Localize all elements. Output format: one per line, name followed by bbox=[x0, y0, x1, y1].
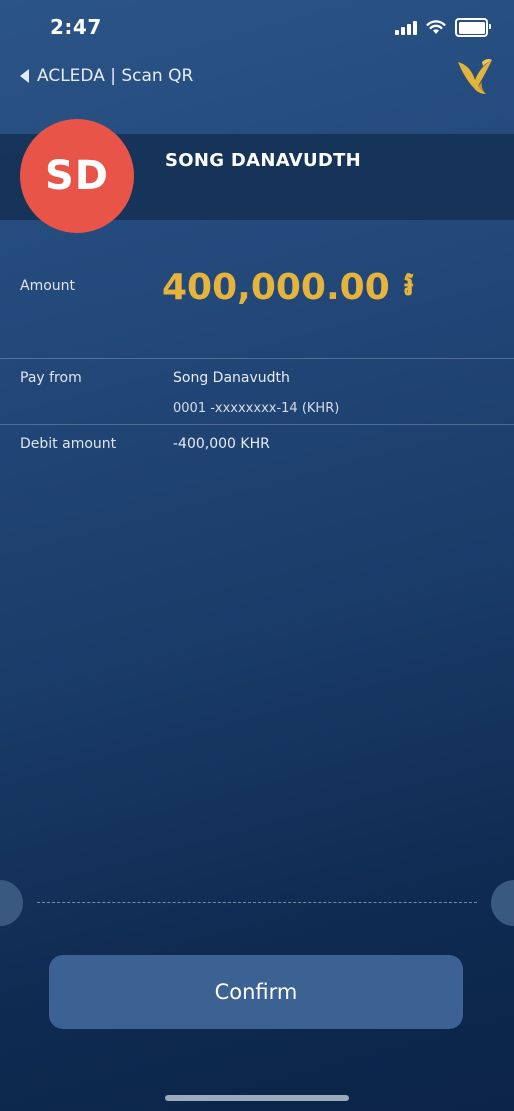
status-icons bbox=[395, 18, 491, 37]
back-button[interactable]: ACLEDA | Scan QR bbox=[20, 66, 193, 86]
amount-value: 400,000.00 bbox=[162, 266, 390, 308]
wifi-icon bbox=[426, 20, 446, 34]
pay-from-account-name: Song Danavudth bbox=[173, 370, 290, 386]
status-time: 2:47 bbox=[50, 15, 102, 39]
pay-from-label: Pay from bbox=[20, 370, 82, 386]
avatar: SD bbox=[20, 119, 134, 233]
payee-name: SONG DANAVUDTH bbox=[165, 150, 362, 171]
back-label: ACLEDA | Scan QR bbox=[37, 66, 194, 86]
debit-amount-label: Debit amount bbox=[20, 436, 117, 452]
dashed-separator bbox=[37, 902, 477, 903]
battery-icon bbox=[455, 18, 491, 37]
back-arrow-icon bbox=[20, 69, 29, 83]
ticket-notch-left bbox=[0, 880, 23, 926]
pay-from-account-number: 0001 -xxxxxxxx-14 (KHR) bbox=[173, 401, 340, 416]
acleda-bird-logo-icon bbox=[458, 58, 492, 94]
amount-label: Amount bbox=[20, 278, 76, 294]
divider bbox=[0, 358, 514, 359]
cellular-signal-icon bbox=[395, 20, 417, 35]
currency-symbol: ៛ bbox=[403, 264, 415, 304]
home-indicator[interactable] bbox=[165, 1095, 349, 1101]
divider bbox=[0, 424, 514, 425]
debit-amount-value: -400,000 KHR bbox=[173, 436, 270, 452]
confirm-button[interactable]: Confirm bbox=[49, 955, 463, 1029]
ticket-notch-right bbox=[491, 880, 514, 926]
amount-value-group: 400,000.00 ៛ bbox=[162, 262, 415, 312]
